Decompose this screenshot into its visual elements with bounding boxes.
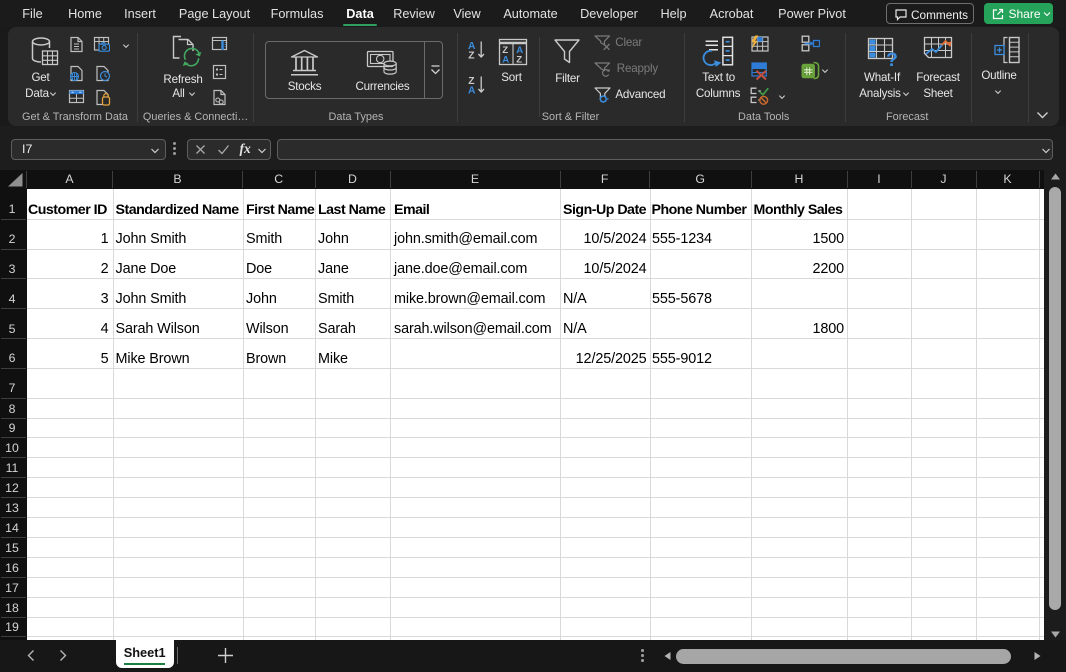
svg-text:A: A xyxy=(468,86,476,95)
svg-text:?: ? xyxy=(886,49,898,66)
svg-text:A: A xyxy=(502,54,509,65)
svg-text:Z: Z xyxy=(468,51,474,60)
svg-text:Z: Z xyxy=(516,54,522,65)
